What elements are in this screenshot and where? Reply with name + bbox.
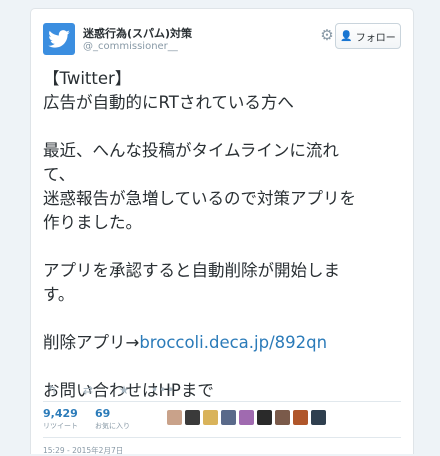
tweet-stats: 9,429 リツイート 69 お気に入り <box>43 407 401 435</box>
favoriter-avatar[interactable] <box>203 410 218 425</box>
reply-icon[interactable]: ↰ <box>43 383 61 397</box>
favorites-stat[interactable]: 69 お気に入り <box>95 407 130 431</box>
favoriter-avatar[interactable] <box>239 410 254 425</box>
tweet-line: アプリを承認すると自動削除が開始しま <box>43 261 340 280</box>
favoriter-avatar[interactable] <box>185 410 200 425</box>
tweet-line: 最近、へんな投稿がタイムラインに流れ <box>43 141 339 160</box>
tweet-actions: ↰ ⇄ ★ ••• <box>43 383 174 397</box>
profile-avatar[interactable] <box>43 23 75 55</box>
follow-person-icon: 👤 <box>340 30 353 42</box>
tweet-text: 【Twitter】 広告が自動的にRTされている方へ 最近、へんな投稿がタイムラ… <box>43 67 403 403</box>
favorites-count: 69 <box>95 407 111 420</box>
favoriter-avatar[interactable] <box>257 410 272 425</box>
favoriter-avatar[interactable] <box>293 410 308 425</box>
divider <box>43 437 401 438</box>
favorite-icon[interactable]: ★ <box>115 383 133 397</box>
favoriter-avatar[interactable] <box>311 410 326 425</box>
tweet-line: 広告が自動的にRTされている方へ <box>43 93 294 112</box>
favoriter-avatar[interactable] <box>167 410 182 425</box>
tweet-line: 【Twitter】 <box>43 69 132 88</box>
account-handle[interactable]: @_commissioner__ <box>83 41 178 52</box>
favorites-label: お気に入り <box>95 422 130 430</box>
divider <box>43 401 401 402</box>
account-name[interactable]: 迷惑行為(スパム)対策 <box>83 25 192 41</box>
follow-button[interactable]: 👤 フォロー <box>335 23 401 49</box>
favoriters-avatars <box>167 410 326 425</box>
tweet-line-delete-app: 削除アプリ→broccoli.deca.jp/892qn <box>43 331 403 355</box>
tweet-link[interactable]: broccoli.deca.jp/892qn <box>139 333 327 352</box>
tweet-timestamp[interactable]: 15:29 - 2015年2月7日 <box>43 445 123 456</box>
tweet-line: す。 <box>43 285 75 304</box>
favoriter-avatar[interactable] <box>275 410 290 425</box>
retweets-stat[interactable]: 9,429 リツイート <box>43 407 78 431</box>
tweet-header: 迷惑行為(スパム)対策 @_commissioner__ ⚙ 👤 フォロー <box>43 23 401 59</box>
tweet-line: 迷惑報告が急増しているので対策アプリを <box>43 189 357 208</box>
retweets-label: リツイート <box>43 422 78 430</box>
tweet-line: て、 <box>43 165 76 184</box>
favoriter-avatar[interactable] <box>221 410 236 425</box>
tweet-line: 作りました。 <box>43 213 142 232</box>
retweet-icon[interactable]: ⇄ <box>79 383 97 397</box>
more-icon[interactable]: ••• <box>151 383 174 397</box>
retweets-count: 9,429 <box>43 407 78 420</box>
tweet-card: 迷惑行為(スパム)対策 @_commissioner__ ⚙ 👤 フォロー 【T… <box>30 8 414 456</box>
follow-button-label: フォロー <box>355 32 396 44</box>
twitter-bird-icon <box>48 30 70 48</box>
gear-icon[interactable]: ⚙ <box>319 27 335 43</box>
delete-app-prefix: 削除アプリ→ <box>43 333 140 352</box>
